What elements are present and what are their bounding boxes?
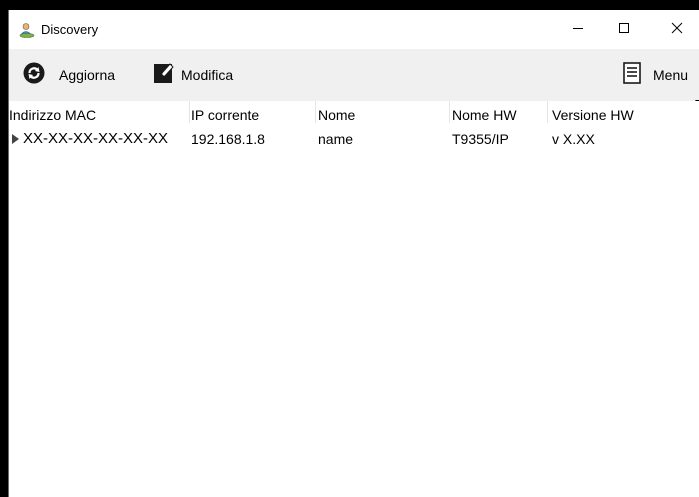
discovery-window: Discovery Aggiorna Modifica Menu Indiriz… bbox=[8, 10, 699, 497]
cell-name: name bbox=[318, 131, 354, 147]
network-users-icon bbox=[19, 22, 35, 38]
close-icon bbox=[671, 21, 683, 39]
toolbar: Aggiorna Modifica Menu bbox=[9, 49, 699, 101]
column-divider[interactable] bbox=[547, 101, 548, 123]
refresh-icon bbox=[23, 62, 45, 89]
refresh-label: Aggiorna bbox=[59, 67, 116, 83]
refresh-button[interactable]: Aggiorna bbox=[23, 49, 115, 101]
cell-mac: XX-XX-XX-XX-XX-XX bbox=[23, 130, 169, 147]
column-header-mac[interactable]: Indirizzo MAC bbox=[9, 107, 96, 123]
column-divider[interactable] bbox=[315, 101, 316, 123]
column-divider[interactable] bbox=[189, 101, 190, 123]
close-button[interactable] bbox=[654, 10, 699, 49]
column-header-hw-version[interactable]: Versione HW bbox=[552, 107, 634, 123]
cell-hw-version: v X.XX bbox=[552, 131, 595, 147]
edit-label: Modifica bbox=[181, 67, 234, 83]
device-list[interactable]: Indirizzo MAC IP corrente Nome Nome HW V… bbox=[9, 101, 699, 497]
title-bar[interactable]: Discovery bbox=[9, 10, 699, 49]
edit-button[interactable]: Modifica bbox=[153, 49, 233, 101]
menu-label: Menu bbox=[653, 67, 689, 83]
minimize-button[interactable] bbox=[555, 10, 601, 49]
row-expand-arrow-icon[interactable] bbox=[12, 134, 19, 144]
menu-button[interactable]: Menu bbox=[623, 49, 688, 101]
menu-document-icon bbox=[623, 61, 641, 89]
column-header-name[interactable]: Nome bbox=[318, 107, 355, 123]
desktop-background-top bbox=[0, 0, 699, 10]
maximize-icon bbox=[618, 21, 630, 39]
maximize-button[interactable] bbox=[601, 10, 647, 49]
column-divider[interactable] bbox=[449, 101, 450, 123]
desktop-background-left bbox=[0, 0, 8, 497]
edit-icon bbox=[153, 61, 175, 90]
cell-hw-name: T9355/IP bbox=[452, 131, 509, 147]
minimize-icon bbox=[572, 21, 584, 39]
column-header-ip[interactable]: IP corrente bbox=[191, 107, 259, 123]
cell-ip: 192.168.1.8 bbox=[191, 131, 265, 147]
window-title: Discovery bbox=[41, 22, 99, 37]
column-header-hw-name[interactable]: Nome HW bbox=[452, 107, 517, 123]
